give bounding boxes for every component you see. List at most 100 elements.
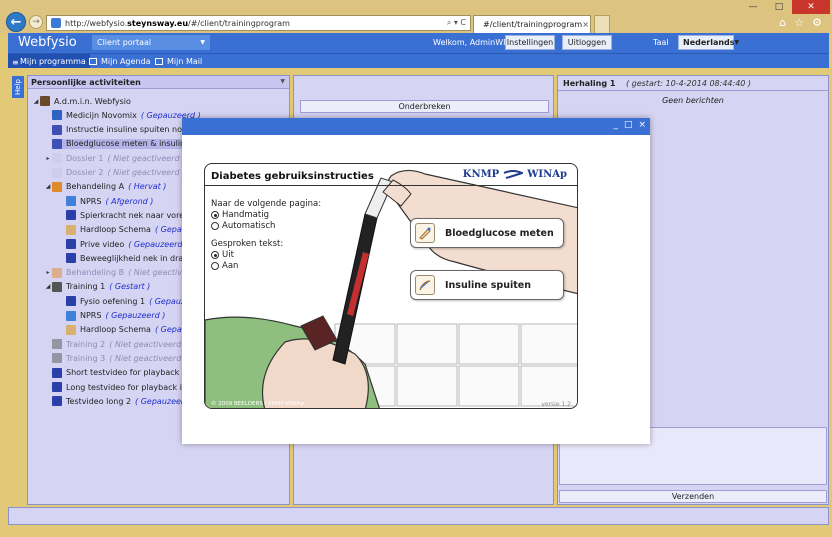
tree-item-label: Training 3: [66, 353, 106, 363]
language-label: Taal: [653, 38, 669, 47]
expand-icon[interactable]: ▸: [44, 155, 52, 162]
back-button[interactable]: ←: [6, 12, 26, 32]
activities-panel-header[interactable]: Persoonlijke activiteiten ▼: [28, 76, 289, 89]
pen-button-shape: [364, 177, 394, 219]
collapse-icon[interactable]: ◢: [32, 98, 40, 105]
window-controls: — □ ✕: [740, 0, 830, 14]
tree-item-body[interactable]: Testvideo long 2( Gepauzeerd ): [52, 396, 199, 407]
no-messages-text: Geen berichten: [662, 96, 724, 105]
video-icon: [66, 296, 76, 307]
insulin-button[interactable]: Insuline spuiten: [410, 270, 564, 300]
language-select-value: Nederlands: [683, 38, 735, 47]
tree-item-body[interactable]: NPRS( Gepauzeerd ): [66, 310, 169, 321]
tree-item-body[interactable]: Dossier 2( Niet geactiveerd ): [52, 167, 189, 178]
glucose-button[interactable]: Bloedglucose meten: [410, 218, 564, 248]
nav-mijn-programma[interactable]: ≡ Mijn programma: [8, 54, 90, 68]
media-icon: [52, 124, 62, 135]
browser-chrome: — □ ✕ ← → http://webfysio. steynsway.eu/#…: [0, 0, 832, 33]
portal-select[interactable]: Client portaal ▼: [92, 35, 210, 50]
close-window-icon[interactable]: ✕: [792, 0, 830, 14]
tree-item-status: ( Afgerond ): [105, 196, 154, 206]
expand-icon[interactable]: ▸: [44, 269, 52, 276]
nav-label: Mijn Mail: [167, 56, 203, 66]
tree-item-label: Behandeling B: [66, 268, 125, 278]
url-domain: steynsway.eu: [127, 18, 189, 28]
radio-dot-selected: [211, 251, 219, 259]
tree-item[interactable]: ◢ A.d.m.i.n. Webfysio: [28, 94, 291, 108]
checklist-icon: [66, 310, 76, 321]
help-tab[interactable]: Help: [12, 76, 24, 98]
language-select[interactable]: Nederlands ▼: [678, 35, 739, 50]
url-prefix: http://webfysio.: [65, 18, 128, 28]
forward-button[interactable]: →: [29, 15, 43, 29]
radio-dot: [211, 262, 219, 270]
star-icon[interactable]: ☆: [794, 16, 804, 29]
app-logo[interactable]: Webfysio: [18, 35, 77, 50]
checklist-icon: [66, 196, 76, 207]
modal-titlebar[interactable]: _ □ ×: [182, 118, 650, 135]
close-icon[interactable]: ×: [638, 120, 646, 130]
radio-label: Automatisch: [222, 221, 276, 231]
tree-item-body[interactable]: Behandeling A( Hervat ): [52, 181, 170, 192]
tree-item-label: NPRS: [80, 311, 102, 320]
logout-button[interactable]: Uitloggen: [562, 35, 612, 50]
interrupt-button[interactable]: Onderbreken: [300, 100, 549, 113]
tree-item-body[interactable]: Dossier 1( Niet geactiveerd ): [52, 153, 189, 164]
version-text: versie 1.2: [541, 401, 571, 408]
radio-automatisch[interactable]: Automatisch: [211, 221, 275, 231]
instruction-card: Diabetes gebruiksinstructies KNMP WINAp …: [204, 163, 578, 409]
speech-label: Gesproken tekst:: [211, 239, 284, 249]
radio-label: Handmatig: [222, 210, 269, 220]
tab-close-icon[interactable]: ×: [582, 20, 589, 29]
nav-mijn-agenda[interactable]: Mijn Agenda: [85, 54, 154, 68]
glucose-meter-icon: [415, 223, 435, 243]
nav-label: Mijn programma: [20, 56, 86, 66]
gear-icon[interactable]: ⚙: [812, 16, 822, 29]
new-tab-button[interactable]: [594, 15, 610, 33]
copyright-text: © 2009 BEELDERS / KNMP-WINAp: [211, 401, 305, 407]
treatment-icon: [52, 181, 62, 192]
radio-aan[interactable]: Aan: [211, 261, 238, 271]
minimize-icon[interactable]: —: [740, 0, 766, 14]
collapse-icon[interactable]: ◢: [44, 283, 52, 290]
video-icon: [66, 253, 76, 264]
settings-button[interactable]: Instellingen: [505, 35, 555, 50]
main-nav: ≡ Mijn programma Mijn Agenda Mijn Mail: [8, 53, 829, 68]
brand-right: WINAp: [527, 169, 567, 180]
nav-mijn-mail[interactable]: Mijn Mail: [151, 54, 206, 68]
tree-item-label: Fysio oefening 1: [80, 296, 146, 306]
tree-item-body[interactable]: Training 3( Niet geactiveerd ): [52, 353, 191, 364]
messages-panel-header: Herhaling 1 ( gestart: 10-4-2014 08:44:4…: [558, 76, 828, 91]
home-icon[interactable]: ⌂: [779, 16, 786, 29]
address-tools[interactable]: ⌕ ▾ C: [447, 18, 466, 28]
tree-item-label: Hardloop Schema: [80, 225, 151, 235]
send-button[interactable]: Verzenden: [559, 490, 827, 503]
radio-uit[interactable]: Uit: [211, 250, 234, 260]
modal-controls: _ □ ×: [613, 120, 646, 130]
video-icon: [52, 367, 62, 378]
tree-item-status: ( Hervat ): [128, 182, 167, 192]
portal-select-value: Client portaal: [97, 38, 152, 47]
tree-item-body[interactable]: A.d.m.i.n. Webfysio: [40, 96, 135, 106]
collapse-icon[interactable]: ◢: [44, 183, 52, 190]
address-bar[interactable]: http://webfysio. steynsway.eu/#/client/tr…: [46, 15, 471, 31]
tree-item-body[interactable]: Prive video( Gepauzeerd ): [66, 239, 192, 249]
tree-item-body[interactable]: NPRS( Afgerond ): [66, 196, 157, 207]
maximize-icon[interactable]: □: [624, 120, 633, 130]
tree-item-body[interactable]: Training 2( Niet geactiveerd ): [52, 339, 191, 350]
browser-tab[interactable]: #/client/trainingprogram ×: [473, 15, 591, 33]
radio-handmatig[interactable]: Handmatig: [211, 210, 269, 220]
maximize-icon[interactable]: □: [766, 0, 792, 14]
tree-item-label: Hardloop Schema: [80, 325, 151, 335]
repetition-title: Herhaling 1: [563, 79, 616, 88]
site-favicon-icon: [51, 18, 61, 28]
tree-item-status: ( Niet geactiveerd ): [109, 353, 187, 363]
tree-item-label: Medicijn Novomix: [66, 110, 137, 120]
insulin-button-label: Insuline spuiten: [445, 279, 531, 291]
chart-icon: [66, 324, 76, 335]
minimize-icon[interactable]: _: [613, 120, 618, 130]
chart-icon: [66, 224, 76, 235]
tree-item-status: ( Niet geactiveerd ): [109, 339, 187, 349]
tree-item-status: ( Gepauzeerd ): [128, 239, 189, 249]
tree-item-body[interactable]: Training 1( Gestart ): [52, 281, 154, 292]
